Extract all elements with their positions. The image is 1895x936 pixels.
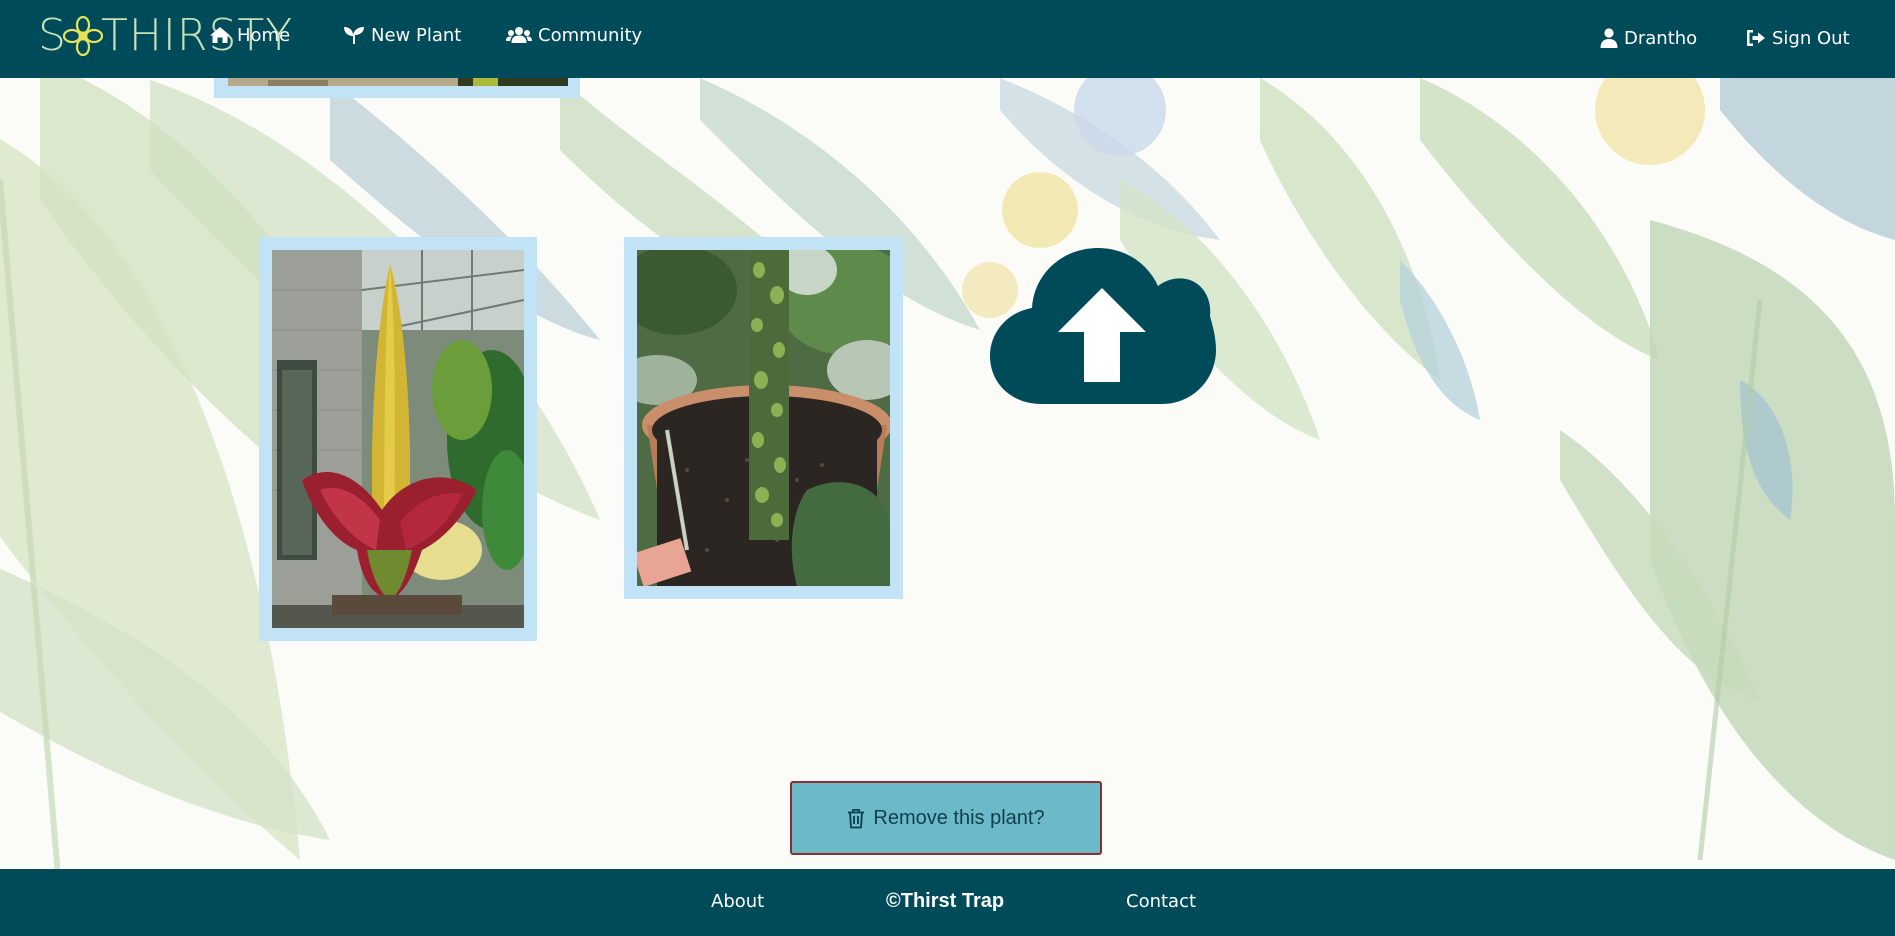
remove-plant-label: Remove this plant?	[873, 806, 1045, 829]
footer-about-link[interactable]: About	[711, 891, 764, 912]
seedling-icon	[344, 27, 364, 44]
corpse-flower-bloom-image	[272, 250, 524, 628]
nav-community-label: Community	[538, 24, 643, 46]
home-icon	[210, 27, 230, 43]
nav-new-plant[interactable]: New Plant	[343, 20, 461, 50]
nav-home-label: Home	[237, 24, 291, 46]
plant-photo-thumbnail-partial[interactable]	[214, 78, 580, 98]
nav-home[interactable]: Home	[209, 20, 290, 50]
remove-plant-button[interactable]: Remove this plant?	[790, 781, 1102, 855]
partial-photo-image	[228, 78, 568, 86]
nav-community[interactable]: Community	[506, 20, 642, 50]
top-navbar: S THIRSTY Home New Plant Community Drant…	[0, 0, 1895, 78]
mottled-stem-in-pot-image	[637, 250, 890, 586]
nav-sign-out[interactable]: Sign Out	[1746, 23, 1850, 53]
plant-photo-stem[interactable]	[624, 237, 903, 599]
nav-new-plant-label: New Plant	[371, 24, 462, 46]
nav-user-label: Drantho	[1624, 27, 1698, 49]
nav-sign-out-label: Sign Out	[1772, 27, 1850, 49]
nav-user-profile[interactable]: Drantho	[1600, 23, 1697, 53]
trash-icon	[848, 808, 865, 828]
user-icon	[1600, 28, 1618, 48]
cloud-upload-icon[interactable]	[988, 246, 1216, 406]
footer-copyright: ©Thirst Trap	[886, 890, 1005, 912]
sign-out-icon	[1747, 30, 1765, 46]
plant-photo-bloom[interactable]	[259, 237, 537, 641]
footer-contact-link[interactable]: Contact	[1126, 891, 1196, 912]
page-footer: About ©Thirst Trap Contact	[0, 869, 1895, 936]
users-icon	[506, 27, 532, 43]
flower-logo-icon	[62, 16, 103, 56]
